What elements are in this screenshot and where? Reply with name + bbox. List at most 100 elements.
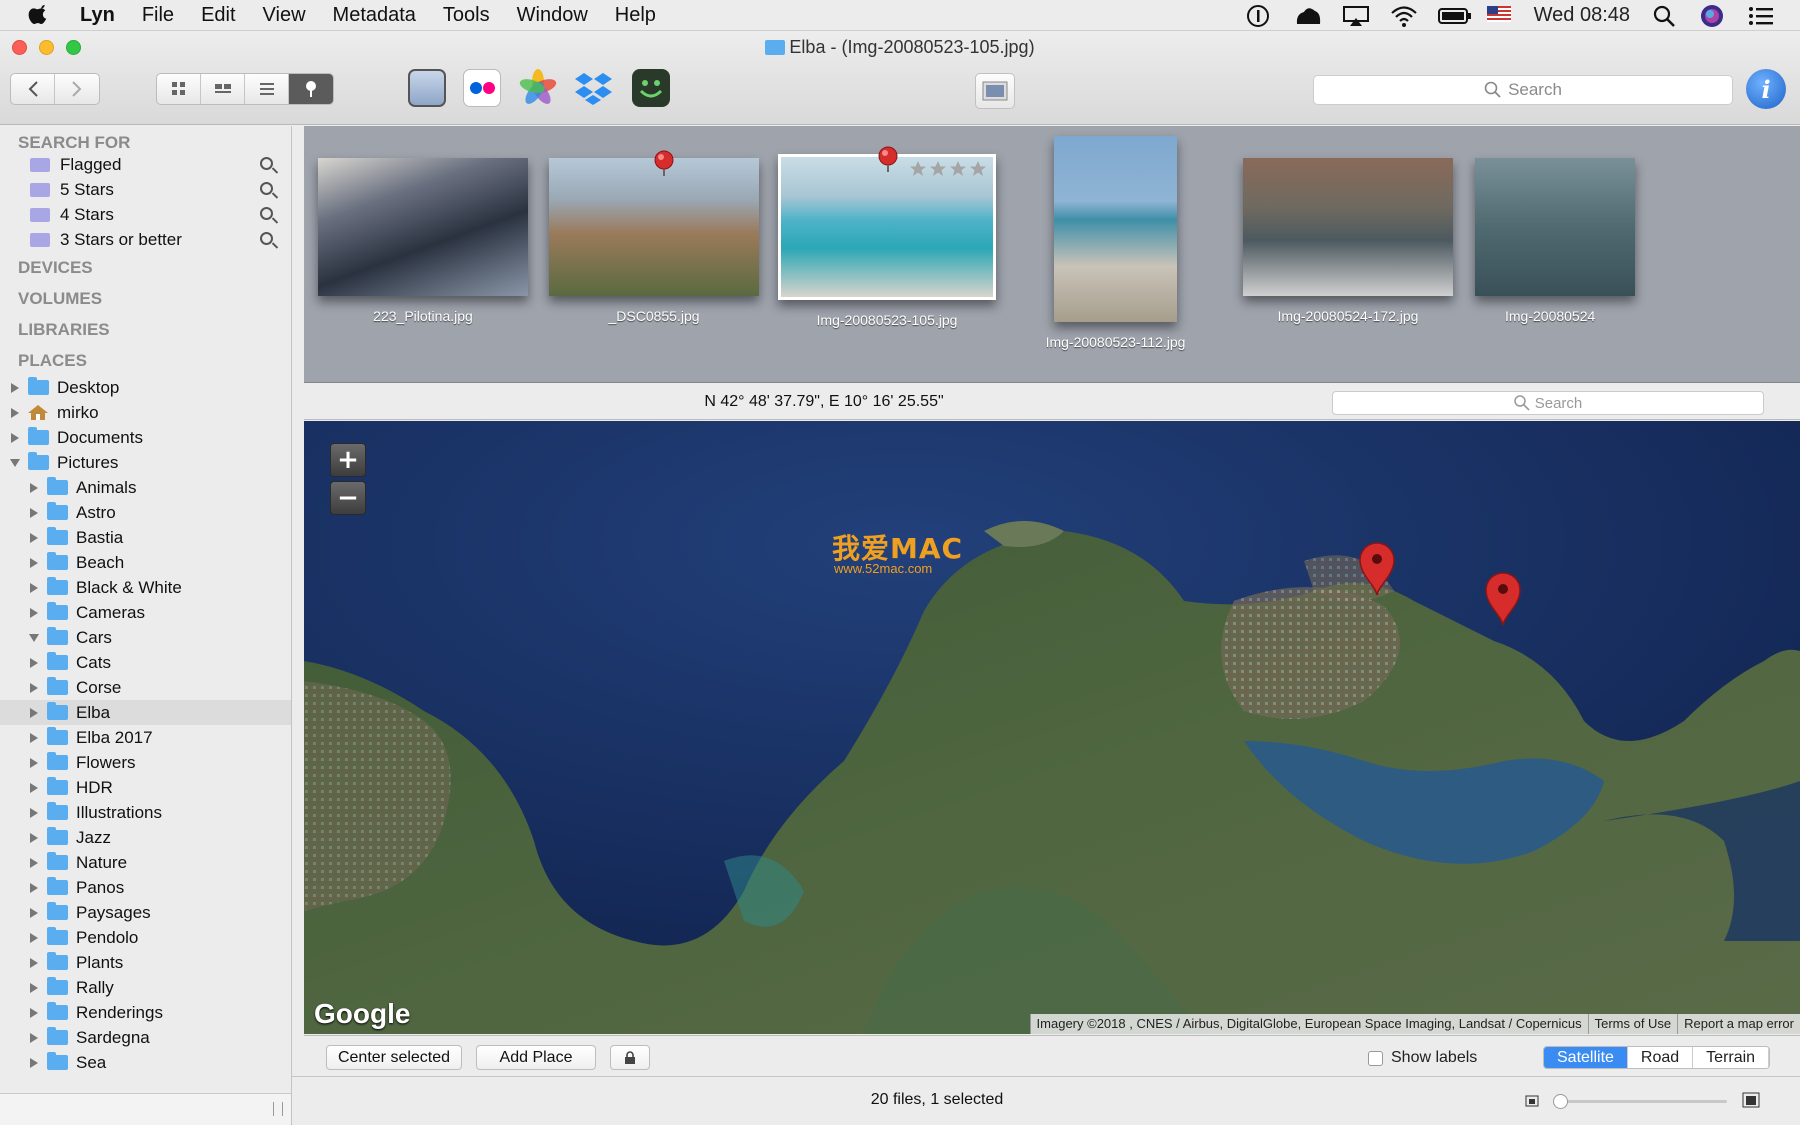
volumes-header[interactable]: VOLUMES [0, 283, 291, 314]
info-button[interactable]: i [1746, 69, 1786, 109]
menu-app[interactable]: Lyn [80, 4, 115, 27]
road-option[interactable]: Road [1627, 1047, 1694, 1068]
share-editor-icon[interactable] [408, 69, 446, 107]
pictures-subfolder-item[interactable]: Pendolo [0, 925, 291, 950]
menu-metadata[interactable]: Metadata [333, 4, 416, 27]
toolbar-search-input[interactable]: Search [1313, 75, 1733, 105]
password-icon[interactable] [1246, 4, 1272, 27]
disclosure-open-icon[interactable] [29, 633, 39, 643]
disclosure-closed-icon[interactable] [29, 857, 39, 868]
menu-file[interactable]: File [142, 4, 174, 27]
satellite-map[interactable]: + − 我爱MAC www.52mac.com Google Imagery ©… [304, 421, 1800, 1034]
wifi-icon[interactable] [1390, 4, 1417, 27]
map-pin-icon[interactable] [1358, 541, 1396, 597]
place-item[interactable]: Documents [0, 425, 291, 450]
disclosure-closed-icon[interactable] [29, 682, 39, 693]
pictures-subfolder-item[interactable]: Elba [0, 700, 291, 725]
add-place-button[interactable]: Add Place [476, 1045, 596, 1070]
pictures-subfolder-item[interactable]: Astro [0, 500, 291, 525]
pictures-subfolder-item[interactable]: Flowers [0, 750, 291, 775]
pictures-subfolder-item[interactable]: Jazz [0, 825, 291, 850]
rating-stars[interactable] [910, 160, 1000, 178]
disclosure-closed-icon[interactable] [29, 807, 39, 818]
disclosure-closed-icon[interactable] [29, 1032, 39, 1043]
pictures-subfolder-item[interactable]: Corse [0, 675, 291, 700]
disclosure-closed-icon[interactable] [29, 707, 39, 718]
disclosure-closed-icon[interactable] [29, 732, 39, 743]
photo-thumbnail[interactable] [549, 158, 759, 296]
back-button[interactable] [11, 74, 55, 104]
dropbox-icon[interactable] [574, 69, 612, 107]
airplay-icon[interactable] [1342, 4, 1369, 26]
show-labels-checkbox[interactable] [1368, 1050, 1383, 1066]
photo-thumbnail[interactable] [1475, 158, 1635, 296]
pictures-subfolder-item[interactable]: Paysages [0, 900, 291, 925]
zoom-out-button[interactable]: − [330, 481, 366, 515]
place-item[interactable]: mirko [0, 400, 291, 425]
photo-thumbnail[interactable] [1054, 136, 1177, 322]
pictures-subfolder-item[interactable]: Cats [0, 650, 291, 675]
notification-center-icon[interactable] [1748, 4, 1774, 26]
pictures-subfolder-item[interactable]: Cars [0, 625, 291, 650]
disclosure-closed-icon[interactable] [29, 582, 39, 593]
menu-window[interactable]: Window [517, 4, 588, 27]
report-map-error-link[interactable]: Report a map error [1677, 1014, 1800, 1034]
filmstrip-view-button[interactable] [201, 74, 245, 104]
photo-thumbnail[interactable] [1243, 158, 1453, 296]
disclosure-closed-icon[interactable] [29, 982, 39, 993]
disclosure-closed-icon[interactable] [29, 482, 39, 493]
disclosure-closed-icon[interactable] [29, 607, 39, 618]
devices-header[interactable]: DEVICES [0, 252, 291, 283]
disclosure-closed-icon[interactable] [29, 932, 39, 943]
sidebar-resize-handle[interactable] [273, 1102, 283, 1116]
pictures-subfolder-item[interactable]: Sardegna [0, 1025, 291, 1050]
disclosure-closed-icon[interactable] [29, 557, 39, 568]
smart-search-item[interactable]: 4 Stars [0, 202, 291, 227]
siri-icon[interactable] [1700, 4, 1726, 27]
disclosure-closed-icon[interactable] [29, 1057, 39, 1068]
lock-button[interactable] [610, 1045, 650, 1070]
disclosure-closed-icon[interactable] [29, 832, 39, 843]
libraries-header[interactable]: LIBRARIES [0, 314, 291, 345]
photo-thumbnail[interactable] [318, 158, 528, 296]
disclosure-closed-icon[interactable] [29, 782, 39, 793]
place-item[interactable]: Desktop [0, 375, 291, 400]
menu-view[interactable]: View [263, 4, 306, 27]
disclosure-closed-icon[interactable] [29, 1007, 39, 1018]
smugmug-icon[interactable] [632, 69, 670, 107]
disclosure-closed-icon[interactable] [29, 882, 39, 893]
map-pin-icon[interactable] [1484, 571, 1522, 627]
zoom-in-button[interactable]: + [330, 443, 366, 477]
map-view-button[interactable] [289, 74, 333, 104]
cloud-app-icon[interactable] [1294, 4, 1320, 26]
pictures-subfolder-item[interactable]: Animals [0, 475, 291, 500]
disclosure-open-icon[interactable] [10, 458, 20, 468]
disclosure-closed-icon[interactable] [29, 507, 39, 518]
pictures-subfolder-item[interactable]: Nature [0, 850, 291, 875]
menu-edit[interactable]: Edit [201, 4, 235, 27]
pictures-subfolder-item[interactable]: HDR [0, 775, 291, 800]
center-selected-button[interactable]: Center selected [326, 1045, 462, 1070]
grid-view-button[interactable] [157, 74, 201, 104]
terrain-option[interactable]: Terrain [1693, 1047, 1770, 1068]
show-labels-toggle[interactable]: Show labels [1368, 1049, 1477, 1067]
menu-tools[interactable]: Tools [443, 4, 490, 27]
disclosure-closed-icon[interactable] [29, 757, 39, 768]
disclosure-closed-icon[interactable] [10, 432, 20, 443]
pictures-subfolder-item[interactable]: Bastia [0, 525, 291, 550]
thumbnail-size-slider[interactable] [1553, 1094, 1727, 1109]
photos-app-icon[interactable] [519, 69, 557, 107]
battery-icon[interactable] [1437, 4, 1471, 26]
terms-of-use-link[interactable]: Terms of Use [1587, 1014, 1678, 1034]
map-search-input[interactable]: Search [1332, 391, 1764, 415]
pictures-subfolder-item[interactable]: Illustrations [0, 800, 291, 825]
menu-help[interactable]: Help [615, 4, 656, 27]
pictures-subfolder-item[interactable]: Rally [0, 975, 291, 1000]
list-view-button[interactable] [245, 74, 289, 104]
preview-button[interactable] [975, 73, 1015, 109]
satellite-option[interactable]: Satellite [1544, 1047, 1628, 1068]
pictures-subfolder-item[interactable]: Renderings [0, 1000, 291, 1025]
pictures-subfolder-item[interactable]: Beach [0, 550, 291, 575]
smart-search-item[interactable]: Flagged [0, 152, 291, 177]
pictures-subfolder-item[interactable]: Panos [0, 875, 291, 900]
